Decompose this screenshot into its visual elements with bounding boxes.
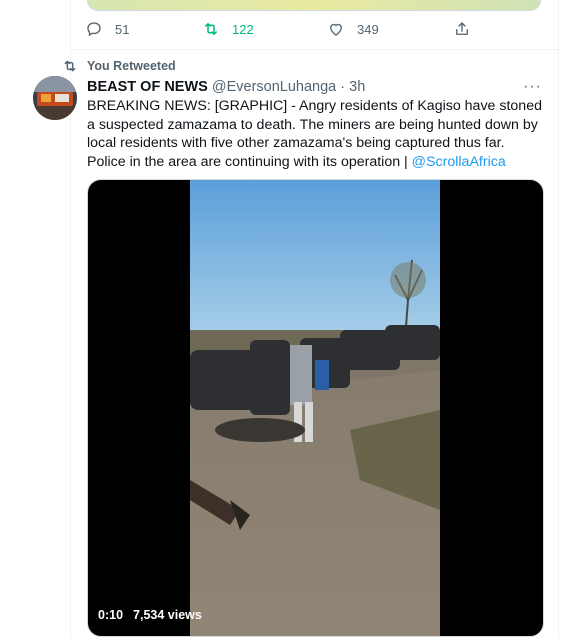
video-views: 7,534 views <box>133 608 202 622</box>
video-player[interactable]: 0:10 7,534 views <box>87 179 544 637</box>
tweet-header: BEAST OF NEWS @EversonLuhanga · 3h <box>87 79 365 95</box>
reply-button[interactable]: 51 <box>85 20 129 38</box>
like-count: 349 <box>357 21 379 37</box>
previous-tweet-actions: 51 122 349 <box>85 20 555 42</box>
more-options-button[interactable]: ··· <box>523 78 542 96</box>
heart-icon <box>330 23 342 36</box>
user-handle[interactable]: @EversonLuhanga <box>212 79 336 95</box>
tweet-text-police-prefix: Police in the area are continuing with i… <box>87 153 412 170</box>
retweet-icon <box>205 23 217 35</box>
retweet-button[interactable]: 122 <box>202 20 254 38</box>
timeline: 51 122 349 You Retweeted BEAST OF NEWS @… <box>33 0 559 639</box>
tweet-text-police: Police in the area are continuing with i… <box>87 153 542 172</box>
video-frame <box>190 180 440 636</box>
avatar[interactable] <box>33 76 77 120</box>
retweet-icon <box>64 60 76 72</box>
tweet-timestamp[interactable]: · 3h <box>340 79 365 95</box>
video-duration: 0:10 <box>98 608 124 622</box>
reply-icon <box>87 22 101 37</box>
reply-count: 51 <box>115 21 130 37</box>
tweet-divider <box>71 49 558 50</box>
retweet-banner-label[interactable]: You Retweeted <box>87 59 176 73</box>
share-button[interactable] <box>453 20 471 38</box>
mention-link[interactable]: @ScrollaAfrica <box>412 154 506 170</box>
display-name[interactable]: BEAST OF NEWS <box>87 79 208 95</box>
previous-tweet-media[interactable] <box>87 0 541 11</box>
tweet-text: BREAKING NEWS: [GRAPHIC] - Angry residen… <box>87 97 542 171</box>
share-icon <box>456 22 468 35</box>
retweet-count: 122 <box>232 21 254 37</box>
like-button[interactable]: 349 <box>327 20 379 38</box>
tweet-text-main: BREAKING NEWS: [GRAPHIC] - Angry residen… <box>87 98 542 151</box>
retweet-banner: You Retweeted <box>64 58 371 74</box>
video-info: 0:10 7,534 views <box>98 608 212 622</box>
avatar-image <box>33 76 77 120</box>
